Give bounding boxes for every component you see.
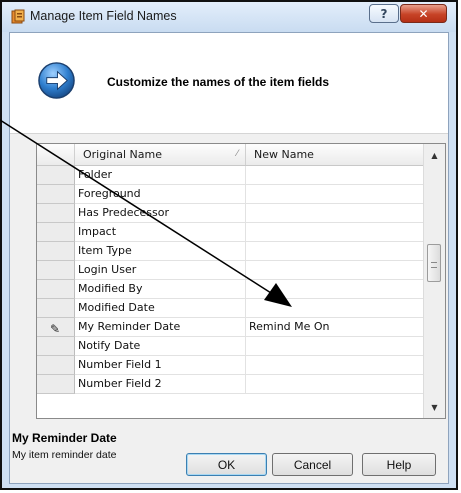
original-name-cell: Number Field 2 bbox=[75, 375, 246, 394]
original-name-cell: Item Type bbox=[75, 242, 246, 261]
table-row[interactable]: Foreground bbox=[37, 185, 424, 204]
help-button[interactable]: Help bbox=[362, 453, 436, 476]
new-name-cell[interactable] bbox=[246, 299, 424, 318]
new-name-cell[interactable] bbox=[246, 375, 424, 394]
field-names-grid[interactable]: Original Name ⁄ New Name Folder Foregroun… bbox=[36, 143, 446, 419]
description-title: My Reminder Date bbox=[12, 431, 117, 445]
table-row[interactable]: Modified Date bbox=[37, 299, 424, 318]
original-name-cell: Modified By bbox=[75, 280, 246, 299]
titlebar-help-button[interactable]: ? bbox=[369, 4, 399, 23]
app-icon bbox=[11, 9, 25, 24]
new-name-cell[interactable] bbox=[246, 166, 424, 185]
original-name-cell: Modified Date bbox=[75, 299, 246, 318]
original-name-cell: Impact bbox=[75, 223, 246, 242]
scroll-down-icon[interactable]: ▼ bbox=[424, 398, 445, 416]
row-selector[interactable] bbox=[37, 204, 75, 223]
close-button[interactable]: ✕ bbox=[400, 4, 447, 23]
new-name-cell[interactable] bbox=[246, 223, 424, 242]
row-selector[interactable] bbox=[37, 375, 75, 394]
table-row[interactable]: Folder bbox=[37, 166, 424, 185]
row-selector[interactable] bbox=[37, 280, 75, 299]
table-row[interactable]: Login User bbox=[37, 261, 424, 280]
grid-header: Original Name ⁄ New Name bbox=[37, 144, 424, 166]
row-selector[interactable] bbox=[37, 356, 75, 375]
row-selector[interactable] bbox=[37, 337, 75, 356]
new-name-cell[interactable] bbox=[246, 337, 424, 356]
original-name-cell: My Reminder Date bbox=[75, 318, 246, 337]
pencil-edit-icon: ✎ bbox=[50, 322, 61, 336]
original-name-cell: Has Predecessor bbox=[75, 204, 246, 223]
vertical-scrollbar[interactable]: ▲ ▼ bbox=[423, 144, 445, 418]
table-row[interactable]: Modified By bbox=[37, 280, 424, 299]
ok-button[interactable]: OK bbox=[186, 453, 267, 476]
table-row[interactable]: Impact bbox=[37, 223, 424, 242]
table-row[interactable]: Number Field 1 bbox=[37, 356, 424, 375]
row-selector[interactable] bbox=[37, 261, 75, 280]
description-text: My item reminder date bbox=[12, 449, 117, 461]
row-selector-header bbox=[37, 144, 75, 165]
original-name-cell: Foreground bbox=[75, 185, 246, 204]
new-name-cell[interactable] bbox=[246, 204, 424, 223]
table-row[interactable]: Notify Date bbox=[37, 337, 424, 356]
scroll-thumb[interactable] bbox=[427, 244, 441, 282]
column-header-original-name[interactable]: Original Name ⁄ bbox=[75, 144, 246, 165]
table-row[interactable]: Number Field 2 bbox=[37, 375, 424, 394]
arrow-right-icon bbox=[38, 62, 75, 99]
title-bar[interactable]: Manage Item Field Names ? ✕ bbox=[2, 2, 456, 32]
new-name-cell[interactable] bbox=[246, 356, 424, 375]
row-selector[interactable] bbox=[37, 242, 75, 261]
new-name-cell[interactable] bbox=[246, 280, 424, 299]
header-text: Customize the names of the item fields bbox=[107, 75, 330, 89]
row-selector[interactable] bbox=[37, 299, 75, 318]
original-name-cell: Folder bbox=[75, 166, 246, 185]
table-row[interactable]: Item Type bbox=[37, 242, 424, 261]
dialog-window: Manage Item Field Names ? ✕ Customize th… bbox=[0, 0, 458, 490]
new-name-cell[interactable] bbox=[246, 242, 424, 261]
scroll-up-icon[interactable]: ▲ bbox=[424, 146, 445, 164]
new-name-cell[interactable] bbox=[246, 261, 424, 280]
original-name-cell: Number Field 1 bbox=[75, 356, 246, 375]
row-selector[interactable]: ✎ bbox=[37, 318, 75, 337]
table-row[interactable]: Has Predecessor bbox=[37, 204, 424, 223]
sort-icon: ⁄ bbox=[236, 149, 238, 159]
table-row[interactable]: ✎ My Reminder Date Remind Me On bbox=[37, 318, 424, 337]
original-name-cell: Login User bbox=[75, 261, 246, 280]
cancel-button[interactable]: Cancel bbox=[272, 453, 353, 476]
row-selector[interactable] bbox=[37, 166, 75, 185]
original-name-cell: Notify Date bbox=[75, 337, 246, 356]
window-title: Manage Item Field Names bbox=[30, 9, 177, 23]
row-selector[interactable] bbox=[37, 185, 75, 204]
new-name-cell[interactable] bbox=[246, 185, 424, 204]
dialog-content: Customize the names of the item fields O… bbox=[9, 32, 449, 484]
header-panel: Customize the names of the item fields bbox=[10, 33, 448, 134]
row-selector[interactable] bbox=[37, 223, 75, 242]
column-header-new-name[interactable]: New Name bbox=[246, 144, 424, 165]
new-name-cell[interactable]: Remind Me On bbox=[246, 318, 424, 337]
